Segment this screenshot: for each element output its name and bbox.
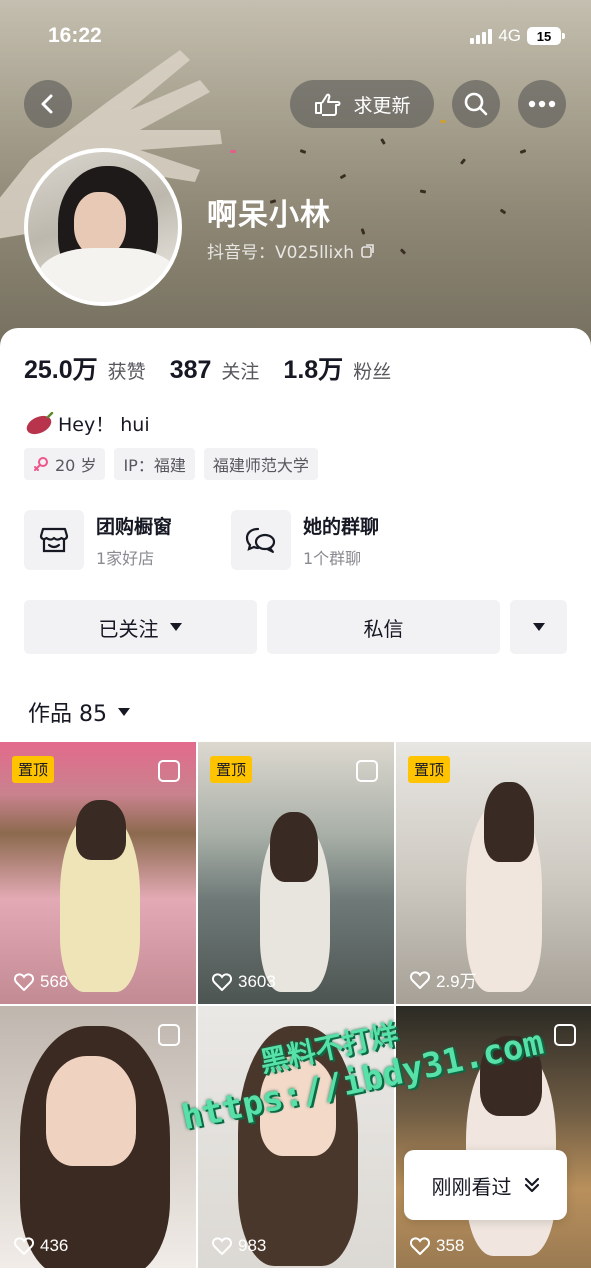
female-icon bbox=[34, 457, 48, 471]
heart-icon bbox=[410, 970, 430, 989]
caret-down-icon bbox=[169, 623, 182, 631]
age-tag: 20 岁 bbox=[24, 448, 106, 480]
video-thumbnail[interactable]: 436 bbox=[0, 1006, 196, 1268]
search-button[interactable] bbox=[452, 80, 500, 128]
following-label[interactable]: 关注 bbox=[221, 357, 259, 384]
pinned-badge: 置顶 bbox=[408, 756, 451, 783]
followed-button[interactable]: 已关注 bbox=[24, 600, 257, 654]
message-button[interactable]: 私信 bbox=[267, 600, 500, 654]
works-tab-label: 作品 85 bbox=[28, 702, 107, 727]
video-likes-count: 2.9万 bbox=[436, 972, 477, 991]
following-count[interactable]: 387 bbox=[170, 356, 212, 385]
copy-icon bbox=[361, 243, 374, 258]
more-button[interactable] bbox=[518, 80, 566, 128]
select-checkbox[interactable] bbox=[554, 1024, 576, 1046]
pinned-badge: 置顶 bbox=[12, 756, 55, 783]
chat-bubbles-icon bbox=[231, 510, 291, 570]
group-buy-showcase[interactable]: 团购橱窗 1家好店 bbox=[24, 510, 172, 570]
expand-button[interactable] bbox=[510, 600, 567, 654]
video-likes-count: 568 bbox=[40, 972, 69, 991]
tag-row: 20 岁 IP：福建 福建师范大学 bbox=[24, 448, 318, 480]
heart-icon bbox=[212, 973, 232, 991]
profile-sheet: 25.0万 获赞 387 关注 1.8万 粉丝 Hey！ hui 20 岁 IP… bbox=[0, 328, 591, 1280]
caret-down-icon bbox=[118, 708, 130, 716]
followers-count[interactable]: 1.8万 bbox=[283, 350, 343, 386]
avatar[interactable] bbox=[24, 148, 182, 306]
video-likes-count: 983 bbox=[238, 1236, 267, 1255]
stats-row: 25.0万 获赞 387 关注 1.8万 粉丝 bbox=[24, 350, 405, 386]
back-button[interactable] bbox=[24, 80, 72, 128]
request-update-label: 求更新 bbox=[353, 94, 411, 117]
video-thumbnail[interactable]: 置顶 568 bbox=[0, 742, 196, 1004]
heart-icon bbox=[410, 1237, 430, 1255]
video-thumbnail[interactable]: 置顶 2.9万 bbox=[396, 742, 591, 1004]
select-checkbox[interactable] bbox=[158, 760, 180, 782]
ip-tag: IP：福建 bbox=[114, 448, 195, 480]
recently-viewed-label: 刚刚看过 bbox=[431, 1174, 512, 1199]
chevron-left-icon bbox=[41, 94, 53, 114]
profile-name: 啊呆小林 bbox=[207, 198, 331, 233]
select-checkbox[interactable] bbox=[356, 760, 378, 782]
video-likes: 2.9万 bbox=[410, 967, 477, 992]
group-chat-subtitle: 1个群聊 bbox=[303, 548, 362, 568]
video-likes: 3603 bbox=[212, 972, 276, 992]
more-dots-icon bbox=[528, 100, 556, 108]
search-icon bbox=[464, 92, 488, 116]
video-thumbnail[interactable]: 置顶 3603 bbox=[198, 742, 394, 1004]
video-likes: 983 bbox=[212, 1236, 266, 1256]
group-chat-entry[interactable]: 她的群聊 1个群聊 bbox=[231, 510, 379, 570]
caret-down-icon bbox=[532, 623, 545, 631]
store-icon bbox=[24, 510, 84, 570]
heart-icon bbox=[14, 1237, 34, 1255]
age-text: 20 岁 bbox=[55, 456, 97, 475]
bio-text: Hey！ hui bbox=[58, 414, 150, 436]
bio: Hey！ hui bbox=[24, 410, 150, 437]
message-label: 私信 bbox=[363, 616, 404, 641]
battery-icon: 15 bbox=[527, 27, 565, 45]
school-tag[interactable]: 福建师范大学 bbox=[203, 448, 318, 480]
pinned-badge: 置顶 bbox=[210, 756, 253, 783]
tab-works[interactable]: 作品 85 bbox=[28, 696, 131, 728]
video-likes: 358 bbox=[410, 1236, 464, 1256]
followers-label[interactable]: 粉丝 bbox=[353, 357, 391, 384]
status-bar: 16:22 4G 15 bbox=[0, 22, 591, 52]
video-likes: 436 bbox=[14, 1236, 68, 1256]
likes-label: 获赞 bbox=[107, 361, 146, 383]
douyin-id-text: 抖音号：V025llixh bbox=[207, 243, 355, 263]
network-type: 4G bbox=[498, 26, 521, 45]
recently-viewed-button[interactable]: 刚刚看过 bbox=[404, 1150, 567, 1220]
video-likes-count: 436 bbox=[40, 1236, 69, 1255]
douyin-id[interactable]: 抖音号：V025llixh bbox=[207, 238, 376, 263]
group-buy-subtitle: 1家好店 bbox=[96, 548, 155, 568]
group-chat-title: 她的群聊 bbox=[303, 515, 380, 538]
followed-label: 已关注 bbox=[98, 616, 159, 641]
group-buy-title: 团购橱窗 bbox=[96, 515, 173, 538]
sweet-potato-icon bbox=[26, 411, 54, 434]
heart-icon bbox=[14, 973, 34, 991]
video-likes: 568 bbox=[14, 972, 68, 992]
signal-icon bbox=[470, 28, 493, 44]
request-update-button[interactable]: 求更新 bbox=[290, 80, 434, 128]
double-chevron-down-icon bbox=[524, 1177, 539, 1193]
select-checkbox[interactable] bbox=[158, 1024, 180, 1046]
video-likes-count: 358 bbox=[436, 1236, 465, 1255]
status-time: 16:22 bbox=[48, 24, 102, 47]
hand-point-icon bbox=[315, 93, 341, 116]
heart-icon bbox=[212, 1237, 232, 1255]
likes-count: 25.0万 bbox=[24, 356, 98, 384]
video-likes-count: 3603 bbox=[238, 972, 276, 991]
